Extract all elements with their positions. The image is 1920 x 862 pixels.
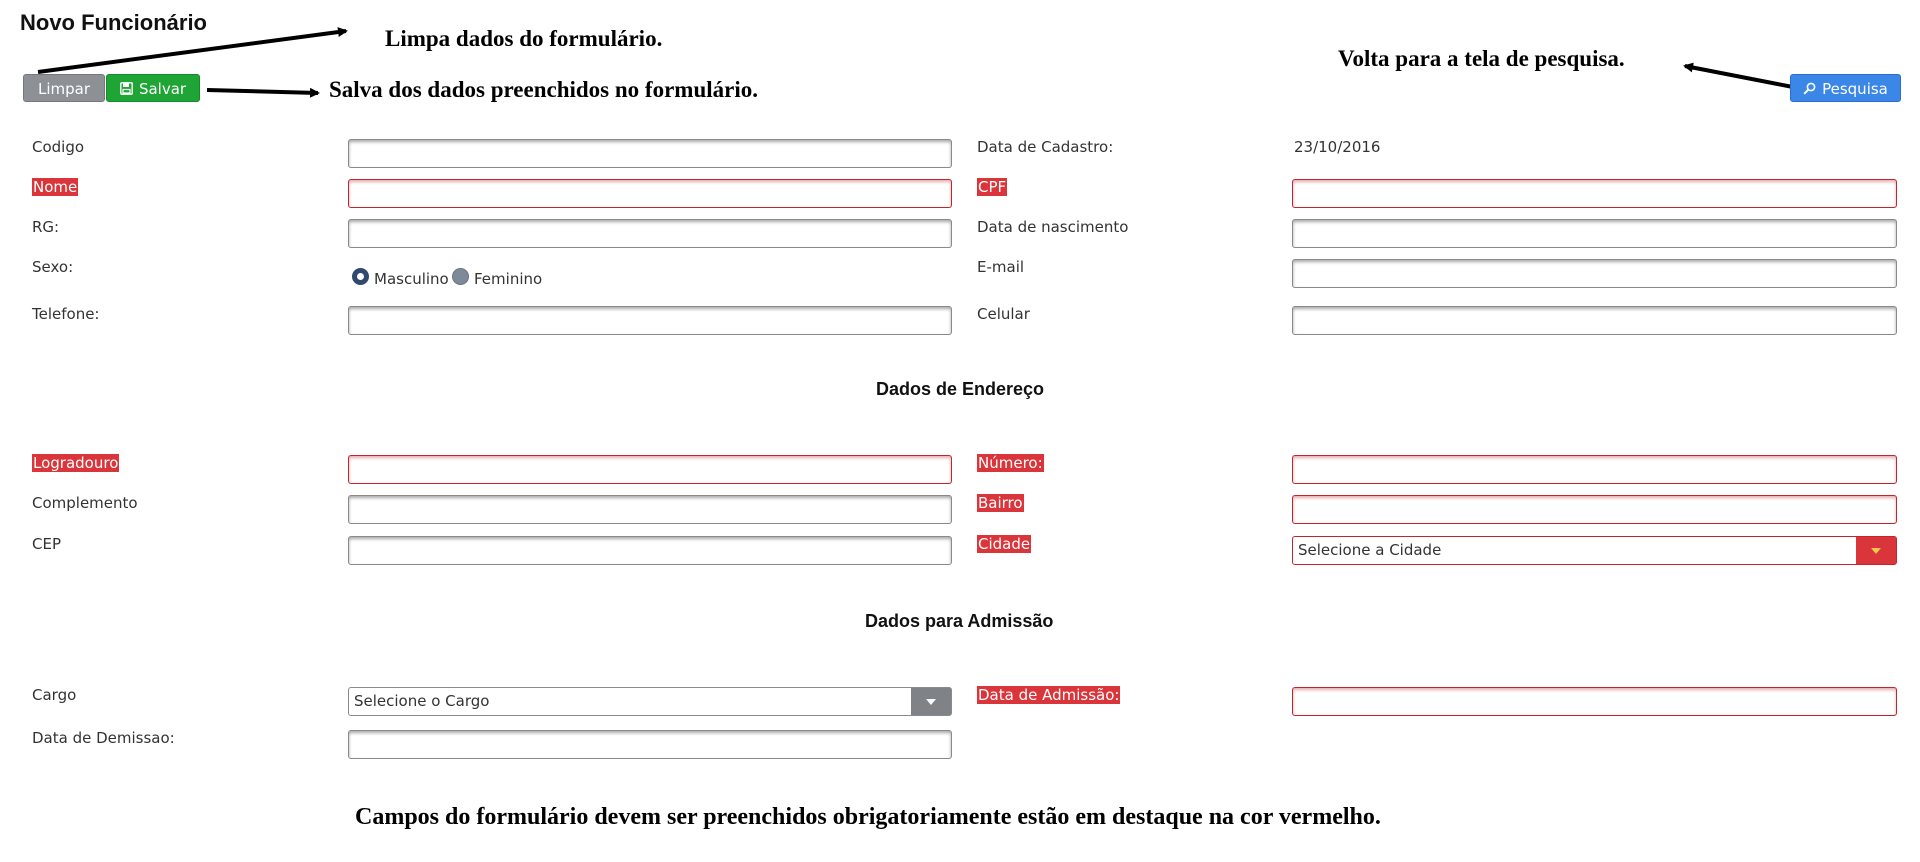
required-fields-note: Campos do formulário devem ser preenchid… [355,804,1381,830]
floppy-disk-icon [120,76,133,104]
radio-feminino-label: Feminino [474,270,543,288]
cidade-select-value: Selecione a Cidade [1298,541,1442,559]
data-nascimento-field[interactable] [1292,219,1897,248]
chevron-down-icon[interactable] [911,688,951,715]
admissao-section-title: Dados para Admissão [865,611,1054,631]
data-admissao-label: Data de Admissão: [977,686,1121,704]
save-button-label: Salvar [138,80,187,98]
data-cadastro-value: 23/10/2016 [1294,138,1381,156]
search-button-label: Pesquisa [1822,80,1888,98]
cidade-label: Cidade [977,535,1032,553]
data-admissao-field[interactable] [1292,687,1897,716]
cep-label: CEP [32,535,61,553]
cargo-select[interactable]: Selecione o Cargo [348,687,952,716]
sexo-label: Sexo: [32,258,74,276]
bairro-label: Bairro [977,494,1024,512]
logradouro-label: Logradouro [32,454,120,472]
salvar-annotation: Salva dos dados preenchidos no formulári… [329,77,758,102]
data-demissao-field[interactable] [348,730,952,759]
email-field[interactable] [1292,259,1897,288]
complemento-label: Complemento [32,494,138,512]
limpar-arrow [37,27,348,74]
data-demissao-label: Data de Demissao: [32,729,175,747]
radio-feminino[interactable] [452,268,469,285]
numero-field[interactable] [1292,455,1897,484]
annotation-arrows [37,27,1799,98]
endereco-section-title: Dados de Endereço [876,379,1045,399]
email-label: E-mail [977,258,1025,276]
celular-field[interactable] [1292,306,1897,335]
cep-field[interactable] [348,536,952,565]
celular-label: Celular [977,305,1030,323]
nome-label: Nome [32,178,79,196]
pesquisa-arrow [1683,62,1799,90]
bairro-field[interactable] [1292,495,1897,524]
complemento-field[interactable] [348,495,952,524]
telefone-field[interactable] [348,306,952,335]
codigo-label: Codigo [32,138,85,156]
radio-masculino-label: Masculino [374,270,449,288]
pesquisa-annotation: Volta para a tela de pesquisa. [1338,46,1625,71]
cidade-select[interactable]: Selecione a Cidade [1292,536,1897,565]
search-icon [1803,76,1816,104]
radio-masculino[interactable] [352,268,369,285]
numero-label: Número: [977,454,1044,472]
rg-label: RG: [32,218,60,236]
rg-field[interactable] [348,219,952,248]
data-cadastro-label: Data de Cadastro: [977,138,1114,156]
nome-field[interactable] [348,179,952,208]
chevron-down-icon[interactable] [1856,537,1896,564]
search-button[interactable]: Pesquisa [1790,74,1901,102]
cargo-label: Cargo [32,686,77,704]
telefone-label: Telefone: [32,305,100,323]
codigo-field[interactable] [348,139,952,168]
cpf-label: CPF [977,178,1008,196]
logradouro-field[interactable] [348,455,952,484]
clear-button-label: Limpar [37,80,91,98]
cpf-field[interactable] [1292,179,1897,208]
salvar-arrow [206,87,320,98]
limpar-annotation: Limpa dados do formulário. [385,26,663,51]
clear-button[interactable]: Limpar [23,74,105,102]
save-button[interactable]: Salvar [106,74,200,102]
data-nascimento-label: Data de nascimento [977,218,1129,236]
cargo-select-value: Selecione o Cargo [354,692,490,710]
